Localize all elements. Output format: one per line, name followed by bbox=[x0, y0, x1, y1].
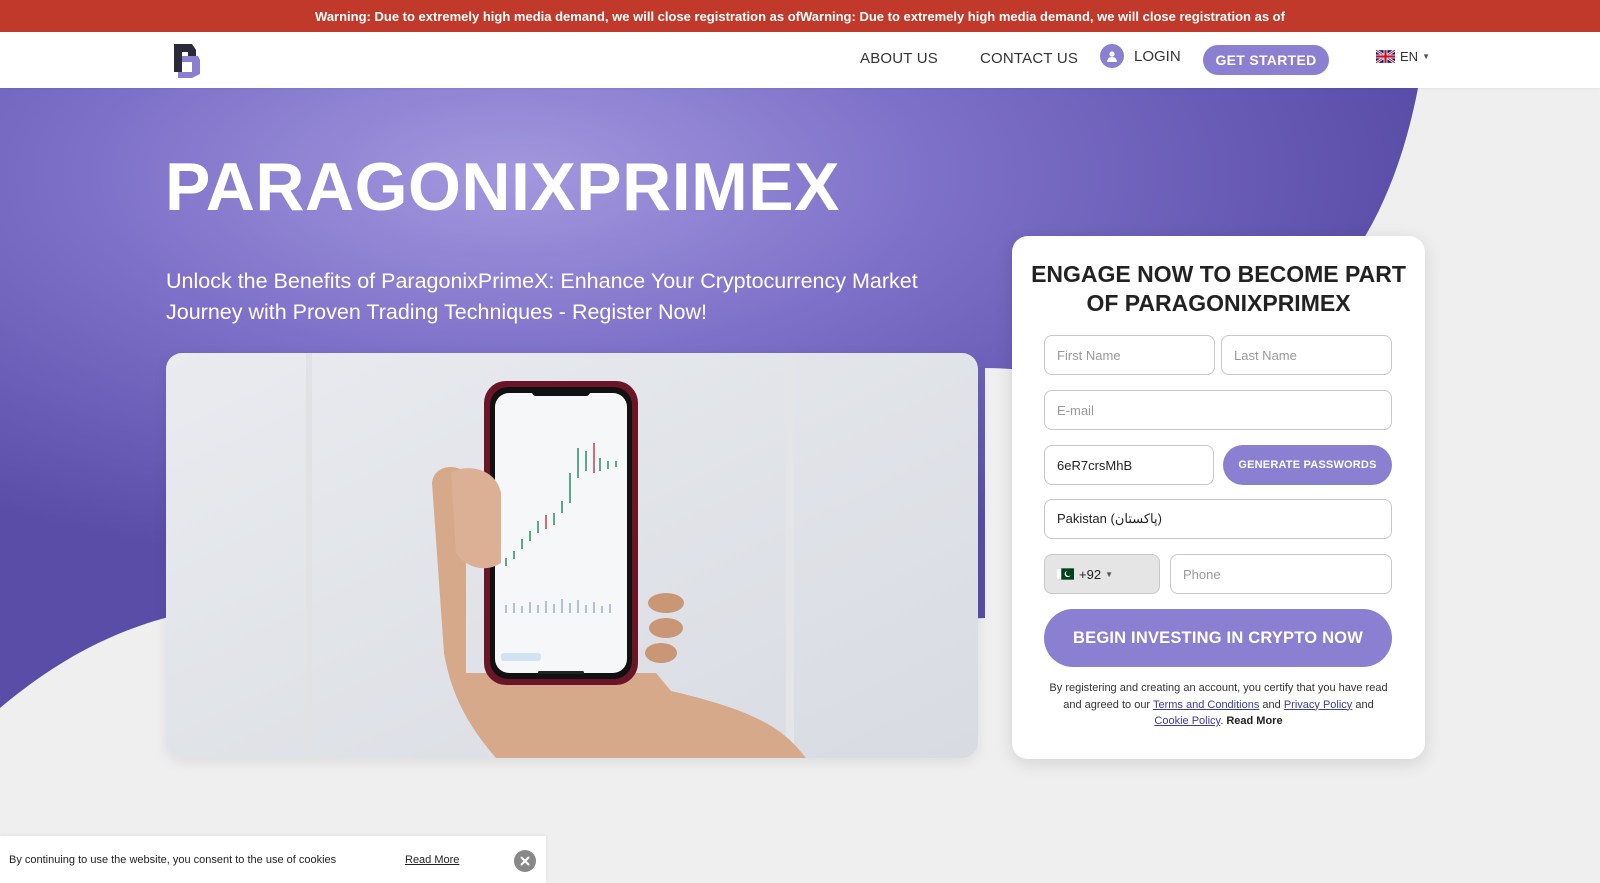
dial-code-label: +92 bbox=[1079, 566, 1102, 582]
legal-and-1: and bbox=[1262, 698, 1281, 711]
registration-form: ENGAGE NOW TO BECOME PART OF PARAGONIXPR… bbox=[1012, 236, 1425, 759]
dial-code-selector[interactable]: +92 ▼ bbox=[1044, 554, 1160, 594]
user-icon bbox=[1100, 44, 1124, 68]
warning-banner: Warning: Due to extremely high media dem… bbox=[0, 0, 1600, 32]
nav-about-link[interactable]: ABOUT US bbox=[860, 50, 938, 67]
login-link[interactable]: LOGIN bbox=[1100, 44, 1181, 68]
hero-phone-image bbox=[166, 353, 978, 758]
language-selector[interactable]: EN ▼ bbox=[1376, 49, 1430, 64]
chevron-down-icon: ▼ bbox=[1422, 52, 1430, 61]
hero-subtitle: Unlock the Benefits of ParagonixPrimeX: … bbox=[166, 269, 918, 324]
brand-logo[interactable] bbox=[166, 42, 202, 80]
hero-title: PARAGONIXPRIMEX bbox=[165, 149, 840, 225]
generate-password-button[interactable]: GENERATE PASSWORDS bbox=[1223, 445, 1392, 485]
submit-button[interactable]: BEGIN INVESTING IN CRYPTO NOW bbox=[1044, 609, 1392, 667]
country-field[interactable]: Pakistan (پاکستان) bbox=[1044, 499, 1392, 539]
legal-notice: By registering and creating an account, … bbox=[1042, 680, 1395, 730]
last-name-field[interactable]: Last Name bbox=[1221, 335, 1392, 375]
uk-flag-icon bbox=[1376, 50, 1395, 63]
form-title: ENGAGE NOW TO BECOME PART OF PARAGONIXPR… bbox=[1031, 261, 1406, 316]
navbar: ABOUT US CONTACT US LOGIN GET STARTED EN… bbox=[0, 32, 1600, 88]
legal-period: . bbox=[1220, 715, 1224, 727]
warning-text: Warning: Due to extremely high media dem… bbox=[315, 8, 1285, 24]
cookie-consent-bar: By continuing to use the website, you co… bbox=[0, 836, 546, 883]
nav-contact-link[interactable]: CONTACT US bbox=[980, 50, 1078, 67]
language-label: EN bbox=[1400, 49, 1419, 64]
close-icon[interactable] bbox=[514, 850, 536, 872]
first-name-field[interactable]: First Name bbox=[1044, 335, 1215, 375]
legal-and-2: and bbox=[1355, 698, 1374, 711]
cookie-read-more-link[interactable]: Read More bbox=[405, 854, 459, 866]
cookie-text: By continuing to use the website, you co… bbox=[9, 854, 337, 866]
login-label: LOGIN bbox=[1134, 47, 1181, 65]
read-more-link[interactable]: Read More bbox=[1226, 715, 1282, 727]
terms-link[interactable]: Terms and Conditions bbox=[1153, 699, 1259, 711]
get-started-button[interactable]: GET STARTED bbox=[1203, 45, 1329, 75]
phone-field[interactable]: Phone bbox=[1170, 554, 1392, 594]
pakistan-flag-icon bbox=[1057, 568, 1074, 580]
cookie-policy-link[interactable]: Cookie Policy bbox=[1154, 715, 1220, 727]
email-field[interactable]: E-mail bbox=[1044, 390, 1392, 430]
privacy-link[interactable]: Privacy Policy bbox=[1284, 699, 1352, 711]
password-field[interactable]: 6eR7crsMhB bbox=[1044, 445, 1214, 485]
chevron-down-icon: ▼ bbox=[1105, 569, 1113, 579]
